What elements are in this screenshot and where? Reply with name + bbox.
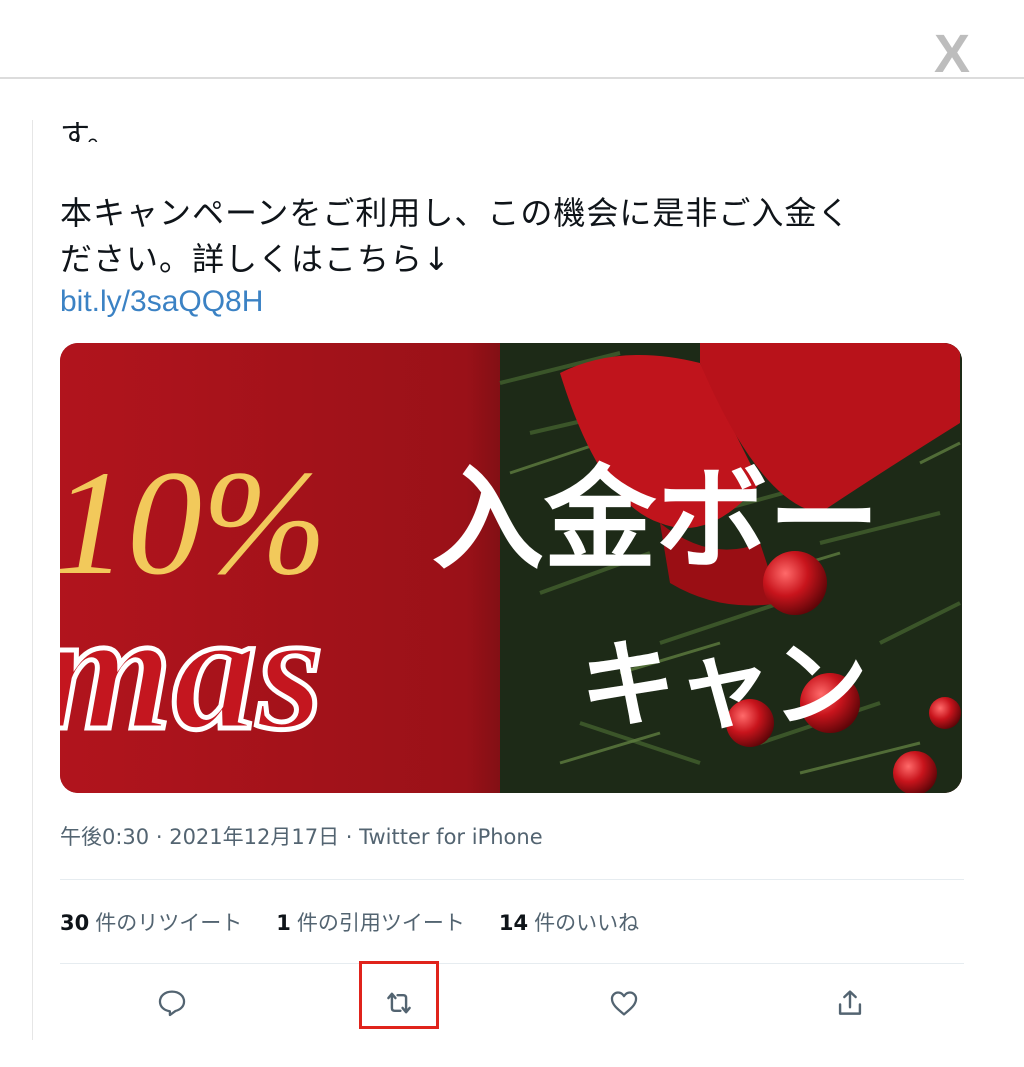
share-button[interactable]: [827, 980, 873, 1026]
thread-divider: [32, 120, 33, 1040]
share-icon: [838, 990, 862, 1015]
quotes-stat[interactable]: 1 件の引用ツイート: [276, 907, 465, 937]
tweet-meta: 午後0:30 · 2021年12月17日 · Twitter for iPhon…: [60, 822, 543, 852]
media-headline-text: 入金ボー: [432, 455, 880, 585]
tweet-actions: [60, 966, 964, 1038]
tweet-media-image[interactable]: 10% 入金ボー mas キャン: [60, 343, 962, 793]
tweet-text: 本キャンペーンをご利用し、この機会に是非ご入金く ださい。詳しくはこちら↓: [60, 190, 960, 282]
tweet-date[interactable]: 2021年12月17日: [169, 825, 339, 849]
divider: [60, 879, 964, 880]
top-bar: [0, 0, 1024, 79]
reply-icon: [158, 990, 186, 1017]
retweets-count: 30: [60, 911, 90, 935]
tweet-time[interactable]: 午後0:30: [60, 825, 149, 849]
divider: [60, 963, 964, 964]
meta-separator: ·: [149, 825, 170, 849]
likes-label: 件のいいね: [534, 911, 640, 935]
tweet-source-app[interactable]: Twitter for iPhone: [359, 825, 543, 849]
quotes-label: 件の引用ツイート: [296, 911, 465, 935]
likes-stat[interactable]: 14 件のいいね: [499, 907, 639, 937]
close-button[interactable]: X: [930, 27, 974, 81]
like-button[interactable]: [601, 980, 647, 1026]
tweet-link[interactable]: bit.ly/3saQQ8H: [60, 282, 263, 322]
reply-button[interactable]: [149, 980, 195, 1026]
tweet-stats: 30 件のリツイート 1 件の引用ツイート 14 件のいいね: [60, 902, 673, 942]
media-subline-text: キャン: [580, 629, 868, 741]
quotes-count: 1: [276, 911, 291, 935]
meta-separator: ·: [339, 825, 360, 849]
tweet-text-clipped: す。: [60, 119, 117, 142]
likes-count: 14: [498, 911, 529, 935]
retweets-label: 件のリツイート: [95, 911, 243, 935]
tweet-text-line: 本キャンペーンをご利用し、この機会に是非ご入金く: [60, 194, 851, 232]
media-script-text: mas: [60, 577, 323, 765]
retweet-icon: [387, 992, 411, 1014]
tweet-text-line: ださい。詳しくはこちら↓: [60, 240, 451, 278]
retweets-stat[interactable]: 30 件のリツイート: [60, 907, 242, 937]
heart-icon: [610, 991, 638, 1016]
retweet-button[interactable]: [376, 980, 422, 1026]
